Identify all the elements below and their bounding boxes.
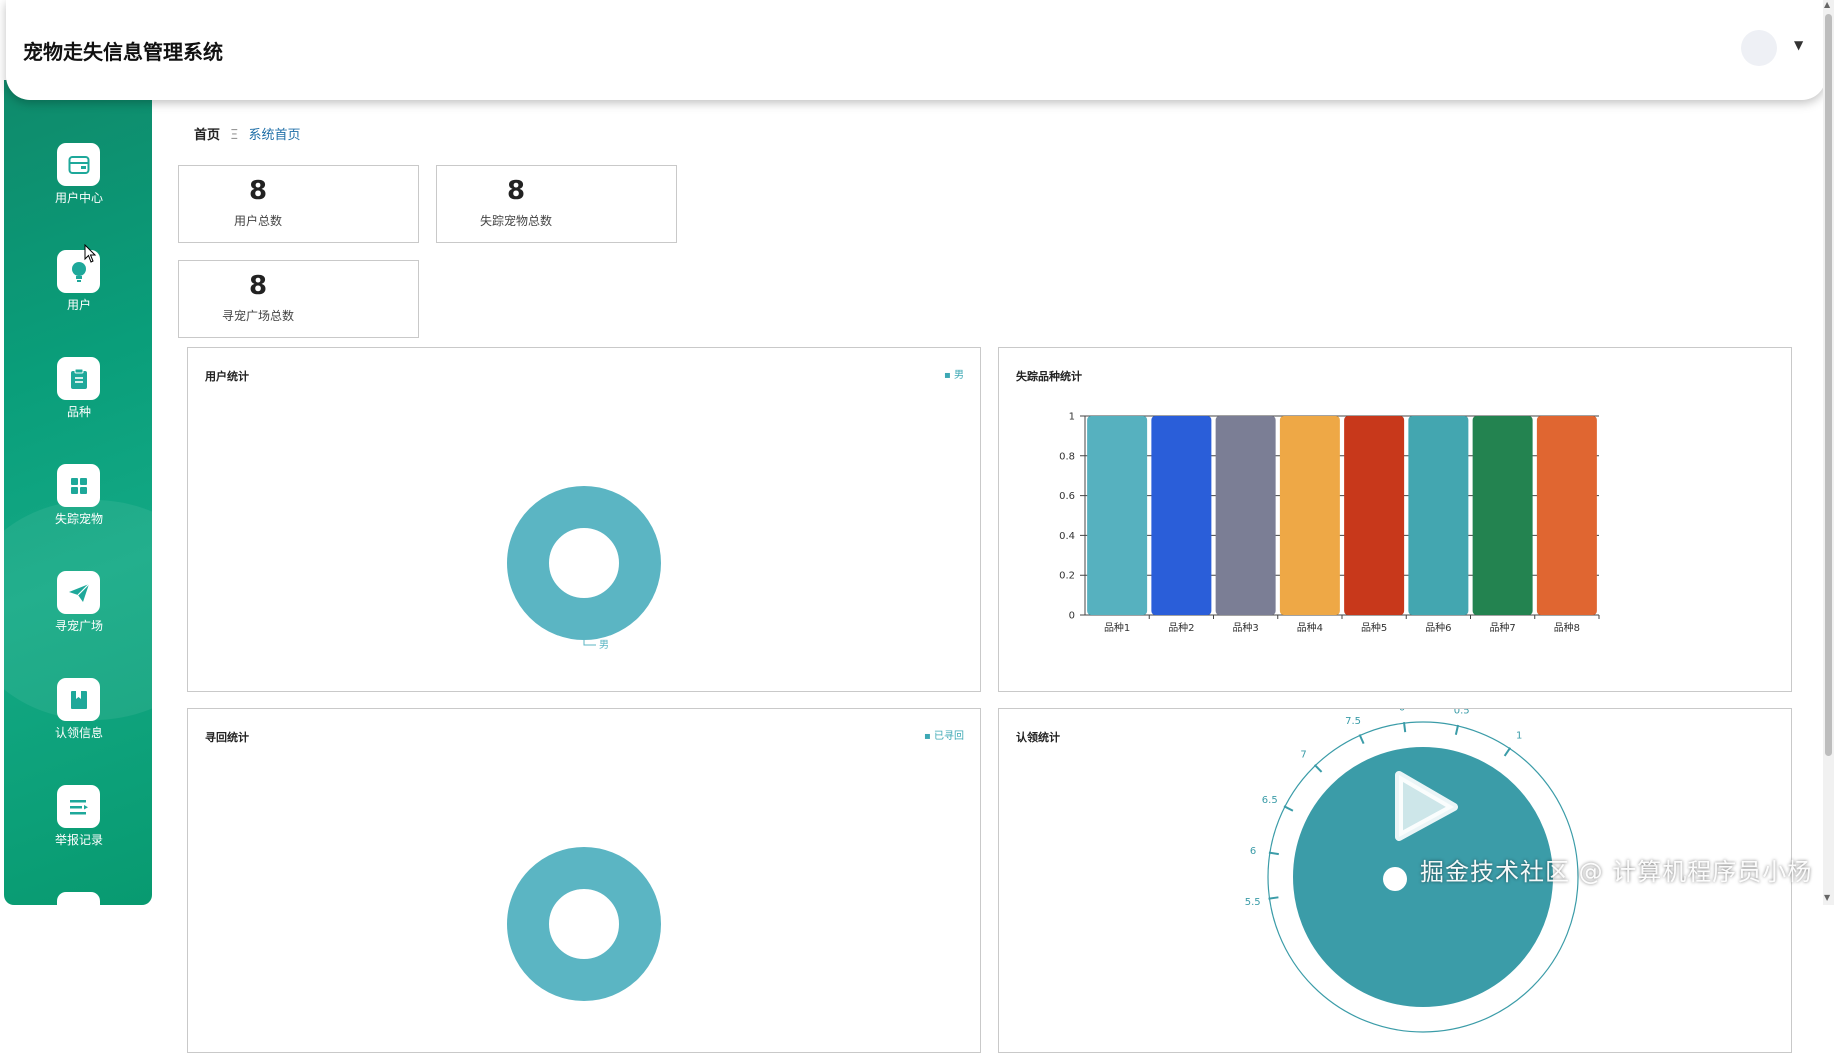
paper-plane-icon: [57, 571, 100, 614]
scroll-down-arrow-icon[interactable]: ▼: [1824, 893, 1830, 902]
mouse-cursor-icon: [84, 244, 97, 263]
breed-bar-chart: 0 0.2 0.4 0.6 0.8 1 品种1 品种2 品种3 品种4 品种5 品种6 品种7 品种8: [1059, 412, 1600, 634]
sidebar-item-label: 品种: [66, 405, 91, 419]
sidebar-item-label: 用户: [66, 298, 91, 312]
grid-icon: [57, 464, 100, 507]
bar[interactable]: [1215, 416, 1276, 615]
gauge-tick-label: 5.5: [1245, 897, 1261, 908]
stat-label: 失踪宠物总数: [479, 214, 552, 228]
stat-card-pet-square: 8 寻宠广场总数: [178, 260, 419, 338]
gauge-tick: [1268, 851, 1279, 856]
bar[interactable]: [1344, 416, 1405, 615]
sidebar-item-more[interactable]: [4, 892, 152, 905]
gauge-tick: [1358, 734, 1365, 745]
y-tick-label: 0.2: [1059, 571, 1075, 582]
gauge-tick-label: 0.5: [1454, 709, 1470, 716]
slice-label-line: [583, 640, 596, 646]
x-tick-label: 品种2: [1168, 621, 1194, 634]
x-tick-label: 品种8: [1554, 621, 1580, 634]
y-tick-label: 0: [1069, 611, 1075, 622]
gauge-tick-label: 6: [1250, 846, 1256, 857]
sidebar-item-users[interactable]: 用户: [4, 250, 152, 330]
sidebar-item-claims[interactable]: 认领信息: [4, 678, 152, 758]
stat-label: 用户总数: [233, 214, 282, 228]
list-icon: [57, 785, 100, 828]
gauge-tick-label: 6.5: [1262, 795, 1278, 806]
sidebar-item-user-center[interactable]: 用户中心: [4, 143, 152, 223]
more-icon: [57, 892, 100, 905]
breadcrumb-home[interactable]: 首页: [194, 128, 220, 143]
found-donut-chart: [507, 847, 661, 1001]
gauge-tick: [1503, 747, 1512, 757]
donut-slice-male[interactable]: [507, 486, 661, 640]
sidebar-item-missing-pets[interactable]: 失踪宠物: [4, 464, 152, 544]
x-tick-label: 品种6: [1425, 621, 1451, 634]
page-scrollbar[interactable]: ▲ ▼: [1823, 0, 1834, 905]
gauge-tick: [1313, 764, 1323, 773]
scroll-up-arrow-icon[interactable]: ▲: [1824, 0, 1830, 9]
stat-card-users: 8 用户总数: [178, 165, 419, 243]
chevron-down-icon[interactable]: ▼: [1794, 38, 1803, 52]
y-tick-label: 0.6: [1059, 491, 1075, 502]
stat-value: 8: [506, 176, 526, 206]
gauge-pivot: [1383, 867, 1407, 891]
gauge-tick-label: 0: [1399, 709, 1405, 713]
sidebar-item-breeds[interactable]: 品种: [4, 357, 152, 437]
gauge-tick: [1268, 896, 1279, 900]
sidebar-item-pet-square[interactable]: 寻宠广场: [4, 571, 152, 651]
y-tick-label: 0.8: [1059, 451, 1075, 462]
panel-breed-stats: 失踪品种统计 0 0.2 0.4 0.6 0.8 1 品种1 品种2 品种3 品种4 品种5 品种6 品…: [998, 347, 1792, 692]
gauge-tick-label: 7: [1300, 749, 1306, 760]
slice-label: 男: [599, 639, 609, 651]
y-tick-label: 0.4: [1059, 531, 1075, 542]
stat-card-missing-pets: 8 失踪宠物总数: [436, 165, 677, 243]
avatar[interactable]: [1741, 30, 1777, 66]
x-tick-label: 品种3: [1232, 621, 1258, 634]
bar[interactable]: [1279, 416, 1340, 615]
panel-user-stats: 用户统计 ▪ 男 男: [187, 347, 981, 692]
donut-slice-found[interactable]: [507, 847, 661, 1001]
watermark: 掘金技术社区 @ 计算机程序员小杨: [1420, 858, 1813, 886]
clipboard-icon: [57, 357, 100, 400]
app-title: 宠物走失信息管理系统: [23, 40, 223, 64]
gauge-tick: [1283, 805, 1294, 812]
gauge-tick: [1402, 722, 1407, 733]
panel-found-stats: 寻回统计 ▪ 已寻回: [187, 708, 981, 1053]
book-icon: [57, 678, 100, 721]
x-tick-label: 品种7: [1489, 621, 1515, 634]
scroll-thumb[interactable]: [1825, 14, 1832, 756]
wallet-icon: [57, 143, 100, 186]
bar[interactable]: [1472, 416, 1533, 615]
bar[interactable]: [1151, 416, 1212, 615]
x-tick-label: 品种4: [1297, 621, 1323, 634]
y-tick-label: 1: [1069, 412, 1075, 423]
top-header: 宠物走失信息管理系统 ▼: [6, 0, 1826, 100]
sidebar-item-label: 用户中心: [54, 191, 103, 205]
stat-value: 8: [248, 271, 268, 301]
stat-label: 寻宠广场总数: [221, 309, 294, 323]
x-tick-label: 品种1: [1104, 621, 1130, 634]
breadcrumb-current[interactable]: 系统首页: [249, 128, 301, 143]
sidebar-item-label: 举报记录: [54, 833, 103, 847]
sidebar-item-reports[interactable]: 举报记录: [4, 785, 152, 865]
sidebar: 用户中心 用户 品种 失踪宠物 寻宠广场 认领信息 举报记录: [4, 80, 152, 905]
bar[interactable]: [1408, 416, 1469, 615]
bar[interactable]: [1087, 416, 1148, 615]
sidebar-item-label: 失踪宠物: [54, 512, 103, 526]
stat-value: 8: [248, 176, 268, 206]
breadcrumb-separator-icon: Ξ: [230, 128, 239, 143]
bar[interactable]: [1536, 416, 1597, 615]
user-donut-chart: 男: [507, 486, 661, 651]
gauge-tick-label: 1: [1516, 730, 1522, 741]
x-tick-label: 品种5: [1361, 621, 1387, 634]
breadcrumb: 首页 Ξ 系统首页: [194, 124, 301, 143]
sidebar-item-label: 认领信息: [54, 726, 103, 740]
gauge-tick: [1454, 724, 1460, 735]
gauge-tick-label: 7.5: [1345, 716, 1361, 727]
sidebar-item-label: 寻宠广场: [54, 619, 103, 633]
